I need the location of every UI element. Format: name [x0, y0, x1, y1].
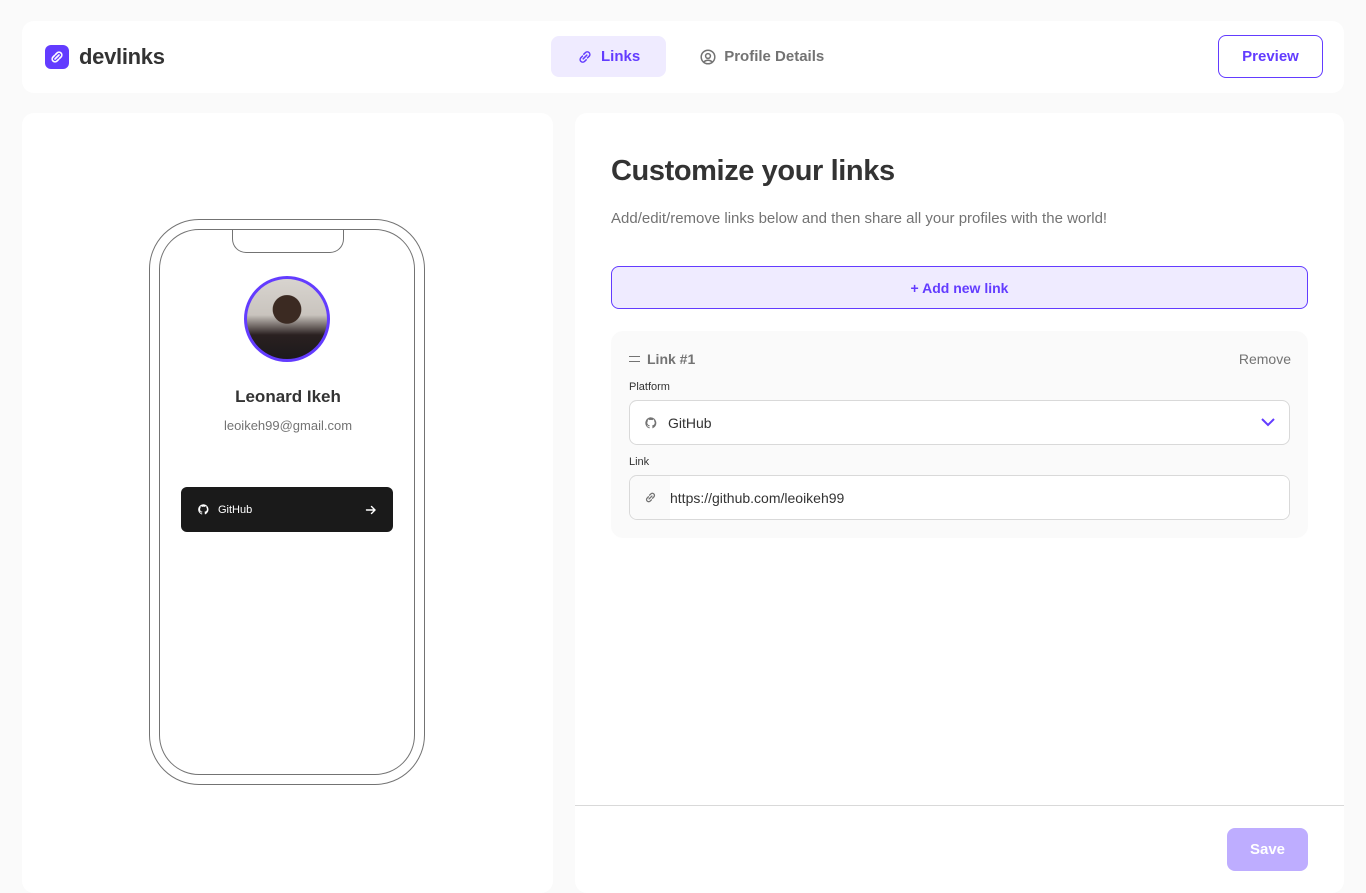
footer-divider: [575, 805, 1344, 806]
tab-links[interactable]: Links: [551, 36, 667, 77]
link-card: Link #1 Remove Platform GitHub Link: [611, 331, 1308, 538]
drag-handle-icon[interactable]: [629, 356, 640, 362]
phone-screen: Leonard Ikeh leoikeh99@gmail.com GitHub: [159, 229, 415, 775]
preview-link-label: GitHub: [218, 503, 253, 516]
arrow-right-icon: [365, 505, 376, 514]
page-title: Customize your links: [611, 155, 895, 187]
logo: devlinks: [45, 44, 165, 70]
brand-name: devlinks: [79, 44, 165, 69]
links-editor-panel: Customize your links Add/edit/remove lin…: [575, 113, 1344, 893]
link-card-header: Link #1: [629, 351, 695, 367]
link-number-label: Link #1: [647, 351, 696, 367]
chevron-down-icon: [1261, 418, 1275, 427]
platform-select[interactable]: GitHub: [629, 400, 1290, 445]
profile-name: Leonard Ikeh: [235, 387, 341, 406]
preview-button[interactable]: Preview: [1218, 35, 1323, 78]
link-field-icon-wrap: [630, 476, 670, 519]
phone-preview-panel: Leonard Ikeh leoikeh99@gmail.com GitHub: [22, 113, 553, 893]
remove-link-button[interactable]: Remove: [1239, 351, 1291, 367]
nav-tabs: Links Profile Details: [551, 36, 850, 77]
platform-label: Platform: [629, 381, 670, 393]
link-logo-icon: [45, 45, 69, 69]
link-url-input[interactable]: [670, 476, 1289, 519]
add-new-link-button[interactable]: + Add new link: [611, 266, 1308, 309]
tab-profile-details-label: Profile Details: [724, 48, 825, 65]
tab-links-label: Links: [601, 48, 641, 65]
link-url-field: [629, 475, 1290, 520]
page-subtitle: Add/edit/remove links below and then sha…: [611, 210, 1108, 227]
link-icon: [579, 50, 591, 63]
avatar: [244, 276, 330, 362]
phone-notch: [232, 230, 344, 253]
github-icon: [198, 504, 209, 515]
phone-mockup: Leonard Ikeh leoikeh99@gmail.com GitHub: [149, 219, 425, 785]
save-button[interactable]: Save: [1227, 828, 1308, 871]
link-field-label: Link: [629, 456, 650, 468]
platform-select-value: GitHub: [668, 414, 712, 431]
profile-email: leoikeh99@gmail.com: [223, 418, 353, 433]
top-nav: devlinks Links Profile Details Preview: [22, 21, 1344, 93]
tab-profile-details[interactable]: Profile Details: [674, 36, 850, 77]
link-icon: [645, 492, 655, 503]
preview-link-github[interactable]: GitHub: [181, 487, 393, 532]
github-icon: [645, 416, 657, 428]
user-circle-icon: [700, 48, 716, 65]
